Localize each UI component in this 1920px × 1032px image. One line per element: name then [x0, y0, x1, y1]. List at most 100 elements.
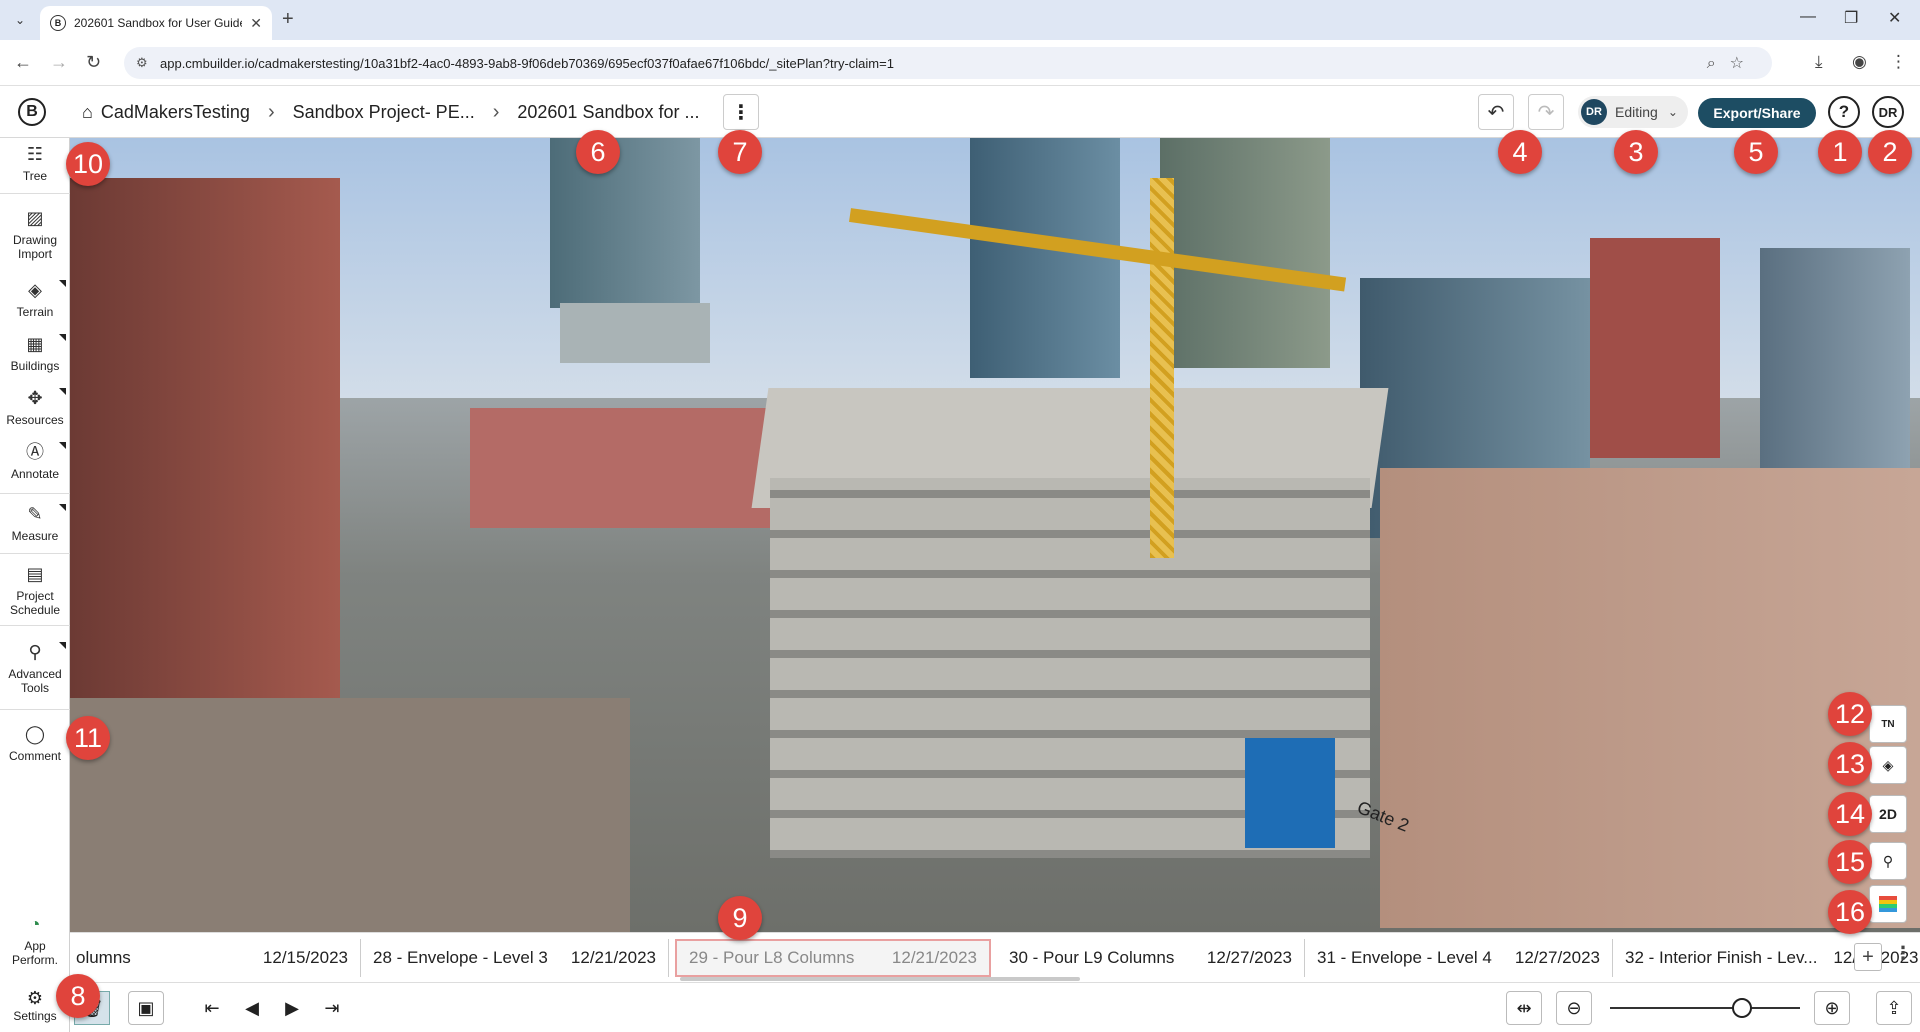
zoom-slider-track[interactable]	[1610, 1007, 1800, 1009]
timeline-task[interactable]: 31 - Envelope - Level 4 12/27/2023	[1305, 938, 1613, 977]
zoom-star-icons[interactable]: ⌕☆	[1707, 53, 1758, 73]
timeline-task[interactable]: 28 - Envelope - Level 3 12/21/2023	[361, 938, 669, 977]
favicon-icon: B	[50, 15, 66, 31]
redo-button[interactable]: ↷	[1528, 94, 1564, 130]
next-step-button[interactable]: ▶	[274, 991, 310, 1025]
help-button[interactable]: ?	[1828, 96, 1860, 128]
zoom-slider-knob[interactable]	[1732, 998, 1752, 1018]
image-icon: ▨	[26, 208, 44, 228]
last-step-button[interactable]: ⇥	[314, 991, 350, 1025]
task-date: 12/15/2023	[262, 947, 348, 967]
expand-panel-button[interactable]: ⇪	[1876, 991, 1912, 1025]
app-logo[interactable]: B	[18, 98, 46, 126]
performance-icon: ◔	[29, 914, 41, 934]
fit-timeline-button[interactable]: ⇹	[1506, 991, 1542, 1025]
tab-search-button[interactable]: ⌄	[8, 8, 32, 32]
tool-label: Tree	[22, 168, 48, 183]
crane-icon: ⚲	[1882, 852, 1894, 869]
prev-step-button[interactable]: ◀	[234, 991, 270, 1025]
timeline-task-current[interactable]: 29 - Pour L8 Columns 12/21/2023	[675, 938, 991, 977]
export-share-button[interactable]: Export/Share	[1698, 98, 1816, 128]
add-task-button[interactable]: +	[1854, 943, 1882, 971]
home-icon[interactable]: ⌂	[82, 102, 93, 123]
close-window-icon[interactable]: ✕	[1888, 8, 1901, 28]
tool-label: Buildings	[10, 358, 60, 373]
tool-comment[interactable]: ◯ Comment	[0, 724, 70, 763]
expand-icon: ⇪	[1886, 997, 1902, 1018]
timeline-task[interactable]: 30 - Pour L9 Columns 12/27/2023	[997, 938, 1305, 977]
tool-label: Drawing Import	[12, 232, 57, 261]
back-icon[interactable]: ←	[14, 52, 32, 73]
podium-building	[560, 303, 710, 363]
site-info-icon[interactable]: ⚙	[136, 55, 148, 71]
url-field[interactable]: ⚙ app.cmbuilder.io/cadmakerstesting/10a3…	[124, 47, 1772, 79]
tool-tree[interactable]: ☷ Tree	[0, 144, 70, 194]
tool-label: Comment	[8, 748, 61, 763]
profile-icon[interactable]: ◉	[1852, 52, 1867, 72]
callout-badge: 9	[718, 896, 762, 940]
tool-project-schedule[interactable]: ▤ Project Schedule	[0, 564, 70, 626]
color-legend-button[interactable]	[1869, 885, 1907, 923]
forward-icon[interactable]: →	[50, 52, 68, 73]
breadcrumb-plan[interactable]: 202601 Sandbox for ...	[517, 102, 699, 123]
zoom-in-icon: ⊕	[1824, 997, 1840, 1018]
tree-icon: ☷	[26, 144, 44, 164]
2d-toggle-button[interactable]: 2D	[1869, 795, 1907, 833]
callout-badge: 10	[66, 142, 110, 186]
task-name: 30 - Pour L9 Columns	[1009, 947, 1175, 967]
breadcrumb-org[interactable]: CadMakersTesting	[101, 102, 250, 123]
timeline-menu-button[interactable]: ⋮	[1894, 943, 1912, 964]
user-avatar-button[interactable]: DR	[1872, 96, 1904, 128]
callout-badge: 2	[1868, 130, 1912, 174]
hoist	[1245, 738, 1335, 848]
tool-measure[interactable]: ✎ Measure	[0, 504, 70, 554]
submenu-indicator	[59, 334, 66, 341]
tool-advanced-tools[interactable]: ⚲ Advanced Tools	[0, 642, 70, 710]
task-date: 12/27/2023	[1206, 947, 1292, 967]
zoom-out-icon: ⊖	[1566, 997, 1582, 1018]
crane-view-button[interactable]: ⚲	[1869, 842, 1907, 880]
task-date: 12/27/2023	[1514, 947, 1600, 967]
tool-annotate[interactable]: Ⓐ Annotate	[0, 442, 70, 494]
editing-mode-dropdown[interactable]: DR Editing ⌄	[1578, 96, 1688, 128]
new-tab-button[interactable]: +	[282, 8, 294, 31]
tool-drawing-import[interactable]: ▨ Drawing Import	[0, 208, 70, 261]
timeline-scrollbar[interactable]	[680, 977, 1080, 981]
url-text: app.cmbuilder.io/cadmakerstesting/10a31b…	[160, 55, 894, 71]
reload-icon[interactable]: ↻	[86, 52, 101, 73]
layers-button[interactable]: ◈	[1869, 746, 1907, 784]
tab-close-icon[interactable]: ✕	[250, 15, 262, 32]
download-icon[interactable]: ⤓	[1815, 52, 1823, 72]
tool-buildings[interactable]: ▦ Buildings	[0, 334, 70, 373]
tab-title: 202601 Sandbox for User Guide	[74, 16, 243, 30]
tool-app-performance[interactable]: ◔ App Perform.	[0, 914, 70, 967]
zoom-in-button[interactable]: ⊕	[1814, 991, 1850, 1025]
tool-label: Project Schedule	[10, 588, 61, 617]
chrome-menu-icon[interactable]: ⋮	[1890, 52, 1907, 72]
callout-badge: 6	[576, 130, 620, 174]
submenu-indicator	[59, 442, 66, 449]
tower-building	[970, 138, 1120, 378]
prev-icon: ◀	[245, 997, 259, 1018]
zoom-out-button[interactable]: ⊖	[1556, 991, 1592, 1025]
restore-icon[interactable]: ❐	[1844, 8, 1858, 28]
undo-button[interactable]: ↶	[1478, 94, 1514, 130]
color-legend-icon	[1879, 896, 1897, 912]
presentation-button[interactable]: ▣	[128, 991, 164, 1025]
breadcrumb: ⌂ CadMakersTesting › Sandbox Project- PE…	[82, 86, 700, 138]
plan-menu-button[interactable]: ⋮	[723, 94, 759, 130]
timeline-task[interactable]: olumns 12/15/2023	[70, 938, 361, 977]
true-north-button[interactable]: TN	[1869, 705, 1907, 743]
tool-terrain[interactable]: ◈ Terrain	[0, 280, 70, 319]
brick-building	[1590, 238, 1720, 458]
3d-viewport[interactable]: Gate 2	[70, 138, 1920, 932]
task-date: 12/21/2023	[891, 947, 977, 967]
submenu-indicator	[59, 504, 66, 511]
browser-tab[interactable]: B 202601 Sandbox for User Guide ✕	[40, 6, 272, 40]
callout-badge: 8	[56, 974, 100, 1018]
minimize-icon[interactable]: —	[1800, 8, 1816, 26]
first-step-button[interactable]: ⇤	[194, 991, 230, 1025]
tool-resources[interactable]: ✥ Resources	[0, 388, 70, 427]
breadcrumb-project[interactable]: Sandbox Project- PE...	[293, 102, 475, 123]
callout-badge: 14	[1828, 792, 1872, 836]
